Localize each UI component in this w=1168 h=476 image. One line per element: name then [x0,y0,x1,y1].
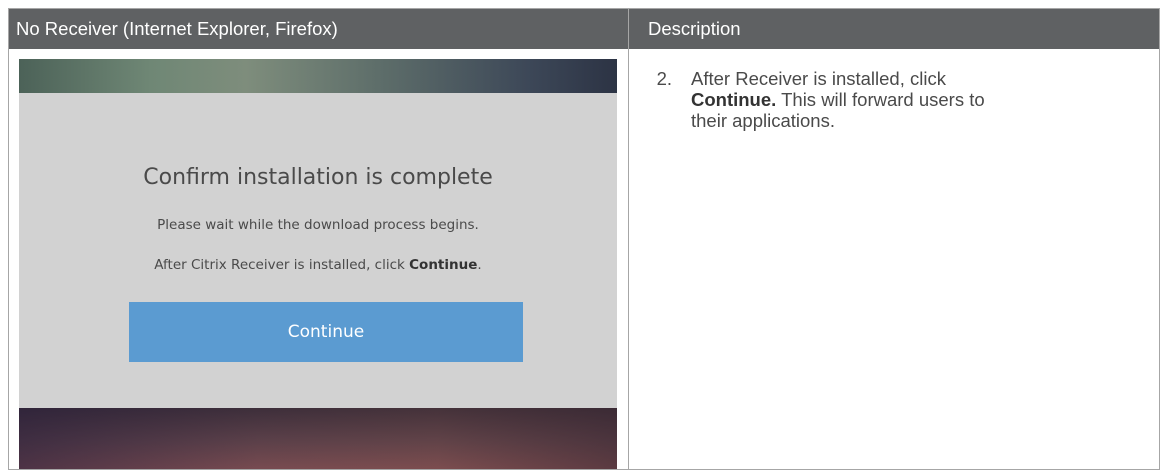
confirm-title: Confirm installation is complete [143,165,493,190]
instruction-table: No Receiver (Internet Explorer, Firefox)… [8,8,1160,470]
step-text: After Receiver is installed, click Conti… [691,68,991,131]
step-text-prefix: After Receiver is installed, click [691,68,946,89]
screenshot-cell: Confirm installation is complete Please … [9,49,629,469]
install-message-suffix: . [477,257,482,273]
step-number: 2. [656,68,672,89]
install-message-prefix: After Citrix Receiver is installed, clic… [154,257,410,273]
top-banner-image [19,59,617,93]
install-message-bold: Continue [409,257,478,273]
header-cell-description: Description [648,18,741,39]
header-cell-no-receiver: No Receiver (Internet Explorer, Firefox) [9,9,629,49]
bottom-banner-image [19,408,617,469]
table-header-row: No Receiver (Internet Explorer, Firefox)… [9,9,1159,49]
wait-message: Please wait while the download process b… [157,217,479,233]
install-message: After Citrix Receiver is installed, clic… [19,257,617,273]
continue-button[interactable]: Continue [129,302,523,362]
description-cell: 2. After Receiver is installed, click Co… [630,49,1159,469]
receiver-confirm-screenshot: Confirm installation is complete Please … [19,59,617,469]
step-text-bold: Continue. [691,89,777,110]
